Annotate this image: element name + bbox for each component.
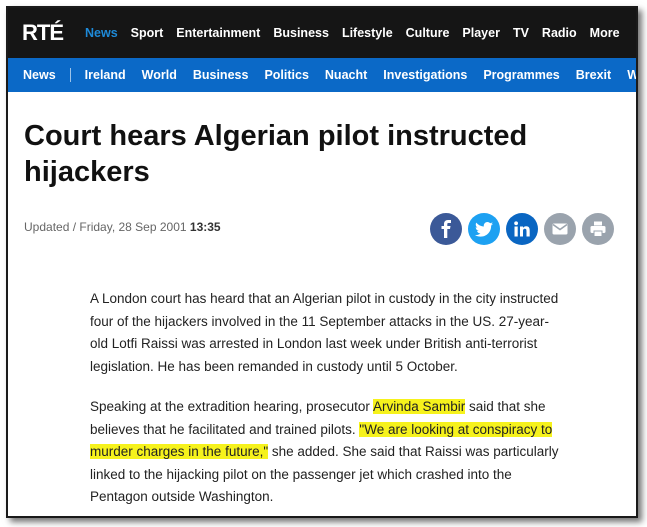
print-icon: [590, 221, 606, 237]
updated-date: Updated / Friday, 28 Sep 2001: [24, 220, 187, 234]
email-icon: [552, 223, 568, 235]
twitter-share-button[interactable]: [468, 213, 500, 245]
nav-player[interactable]: Player: [462, 26, 500, 40]
nav-culture[interactable]: Culture: [406, 26, 450, 40]
paragraph-2-text: Speaking at the extradition hearing, pro…: [90, 399, 373, 414]
article-body: A London court has heard that an Algeria…: [90, 288, 560, 516]
nav-radio[interactable]: Radio: [542, 26, 577, 40]
print-share-button[interactable]: [582, 213, 614, 245]
nav-lifestyle[interactable]: Lifestyle: [342, 26, 393, 40]
subnav-nuacht[interactable]: Nuacht: [325, 68, 367, 82]
section-navigation-bar: News Ireland World Business Politics Nua…: [8, 58, 636, 92]
subnav-world[interactable]: World: [142, 68, 177, 82]
paragraph-1: A London court has heard that an Algeria…: [90, 291, 559, 374]
share-buttons: [430, 213, 620, 245]
nav-entertainment[interactable]: Entertainment: [176, 26, 260, 40]
subnav-ireland[interactable]: Ireland: [85, 68, 126, 82]
twitter-icon: [475, 221, 493, 237]
email-share-button[interactable]: [544, 213, 576, 245]
rte-logo[interactable]: RTÉ: [22, 20, 64, 46]
linkedin-share-button[interactable]: [506, 213, 538, 245]
article-meta: Updated / Friday, 28 Sep 2001 13:35: [24, 220, 221, 234]
subnav-watch-live[interactable]: Watch Live: [627, 68, 636, 82]
linkedin-icon: [514, 221, 530, 237]
browser-frame: RTÉ News Sport Entertainment Business Li…: [6, 6, 638, 518]
main-nav: News Sport Entertainment Business Lifest…: [85, 26, 633, 40]
subnav-investigations[interactable]: Investigations: [383, 68, 467, 82]
nav-tv[interactable]: TV: [513, 26, 529, 40]
subnav-news[interactable]: News: [23, 68, 71, 82]
subnav-business[interactable]: Business: [193, 68, 249, 82]
facebook-icon: [441, 220, 451, 238]
paragraph-2: Speaking at the extradition hearing, pro…: [90, 396, 560, 509]
subnav-brexit[interactable]: Brexit: [576, 68, 611, 82]
nav-business[interactable]: Business: [273, 26, 329, 40]
highlighted-name: Arvinda Sambir: [372, 399, 466, 414]
subnav-programmes[interactable]: Programmes: [483, 68, 559, 82]
nav-sport[interactable]: Sport: [131, 26, 164, 40]
nav-news[interactable]: News: [85, 26, 118, 40]
nav-more[interactable]: More: [590, 26, 620, 40]
article-headline: Court hears Algerian pilot instructed hi…: [24, 120, 528, 188]
facebook-share-button[interactable]: [430, 213, 462, 245]
subnav-politics[interactable]: Politics: [264, 68, 308, 82]
top-navigation-bar: RTÉ News Sport Entertainment Business Li…: [8, 8, 636, 58]
updated-time: 13:35: [189, 220, 221, 234]
